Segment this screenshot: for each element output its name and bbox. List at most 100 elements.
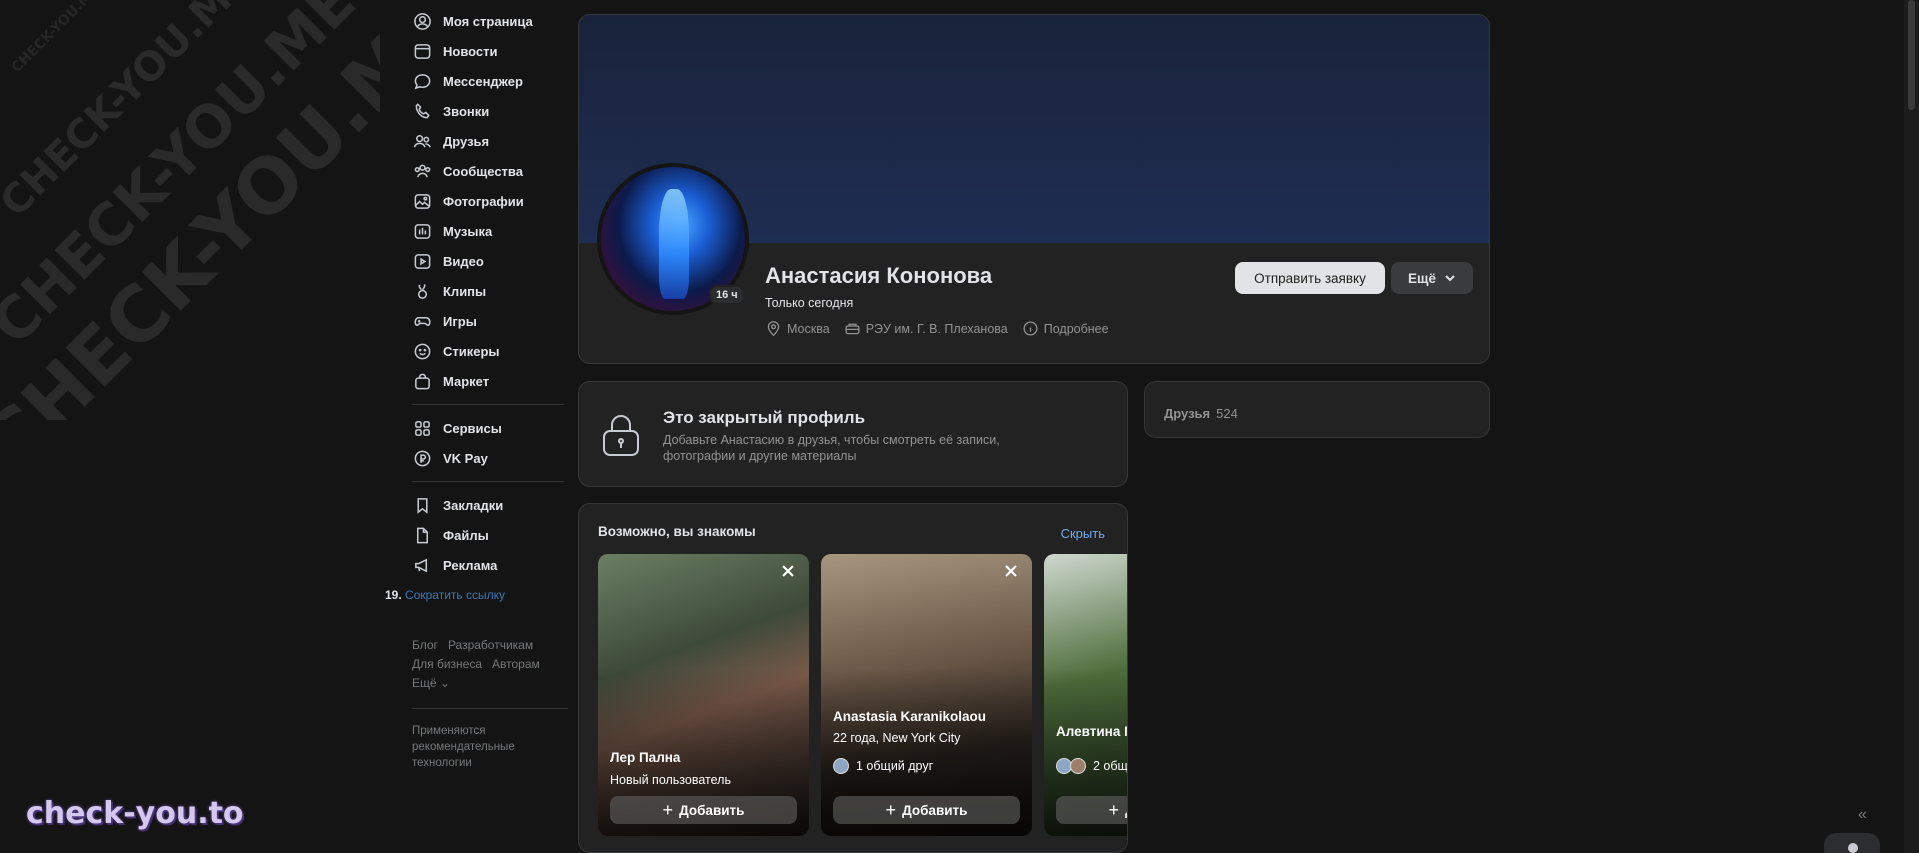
nav-item-stickers[interactable]: Стикеры (412, 336, 564, 366)
suggestion-subtitle: 22 года, New York City (833, 731, 961, 745)
lock-icon (601, 412, 641, 463)
friends-count: 524 (1216, 406, 1238, 421)
friends-header: Друзья 524 (1164, 406, 1238, 421)
info-icon (1023, 321, 1038, 336)
suggestions-card: Возможно, вы знакомы Скрыть Лер Пална Но… (578, 503, 1128, 853)
nav-item-market[interactable]: Маркет (412, 366, 564, 396)
watermark-text: CHECK-YOU.ME (0, 0, 369, 358)
bookmark-icon (412, 495, 432, 515)
nav-item-label: Реклама (443, 557, 498, 573)
nav-item-label: Игры (443, 313, 477, 329)
music-icon (412, 221, 432, 241)
nav-item-messenger[interactable]: Мессенджер (412, 66, 564, 96)
nav-item-label: Моя страница (443, 13, 533, 29)
suggestion-card[interactable]: Алевтина М 2 общ + Добавить (1044, 554, 1128, 836)
nav-item-ads[interactable]: Реклама (412, 550, 564, 580)
footer-link-authors[interactable]: Авторам (492, 657, 540, 671)
nav-item-label: Фотографии (443, 193, 524, 209)
footer-link-blog[interactable]: Блог (412, 638, 438, 652)
chat-widget[interactable] (1824, 833, 1880, 853)
scrollbar[interactable] (1904, 0, 1919, 853)
clips-icon (412, 281, 432, 301)
nav-item-vk-pay[interactable]: VK Pay (412, 443, 564, 473)
nav-item-label: VK Pay (443, 450, 488, 466)
user-circle-icon (412, 11, 432, 31)
watermark-text-small: CHECK-YOU.ME (8, 0, 103, 76)
footer-link-dev[interactable]: Разработчикам (448, 638, 533, 652)
mutual-friends-label: 2 общ (1093, 759, 1128, 773)
add-friend-button[interactable]: + Добавить (610, 796, 797, 824)
collapse-panel-icon[interactable]: « (1858, 806, 1867, 824)
more-button[interactable]: Ещё (1391, 262, 1473, 294)
hide-suggestions-link[interactable]: Скрыть (1061, 526, 1105, 541)
location-icon (767, 321, 780, 337)
nav-item-label: Мессенджер (443, 73, 523, 89)
profile-header: 16 ч Анастасия Кононова Только сегодня М… (578, 14, 1490, 364)
nav-item-files[interactable]: Файлы (412, 520, 564, 550)
news-icon (412, 41, 432, 61)
closed-profile-title: Это закрытый профиль (663, 408, 866, 427)
nav-item-clips[interactable]: Клипы (412, 276, 564, 306)
mutual-friends: 2 общ (1056, 758, 1128, 774)
nav-item-music[interactable]: Музыка (412, 216, 564, 246)
ruble-icon (412, 448, 432, 468)
nav-item-bookmarks[interactable]: Закладки (412, 490, 564, 520)
mutual-friends-label: 1 общий друг (856, 759, 934, 773)
nav-item-label: Видео (443, 253, 484, 269)
short-link[interactable]: Сократить ссылку (405, 588, 505, 602)
suggestions-carousel: Лер Пална Новый пользователь + Добавить A… (598, 554, 1128, 836)
nav-item-services[interactable]: Сервисы (412, 413, 564, 443)
footer-more[interactable]: Ещё ⌄ (412, 676, 450, 690)
watermark-text: CHECK-YOU.ME (0, 0, 261, 227)
profile-details-label: Подробнее (1043, 321, 1109, 336)
add-friend-button[interactable]: + Добавить (1056, 796, 1127, 824)
friends-card[interactable]: Друзья 524 (1144, 381, 1490, 438)
watermark-text: CHECK-YOU.ME (0, 0, 380, 420)
profile-city-label: Москва (787, 321, 830, 336)
nav-item-label: Клипы (443, 283, 487, 299)
close-icon[interactable] (781, 564, 797, 580)
suggestion-name: Алевтина М (1056, 724, 1128, 739)
nav-item-label: Маркет (443, 373, 490, 389)
sticker-icon (412, 341, 432, 361)
nav-item-news[interactable]: Новости (412, 36, 564, 66)
mutual-friends: 1 общий друг (833, 758, 933, 774)
profile-university: РЭУ им. Г. В. Плеханова (844, 320, 1008, 337)
profile-info: Москва РЭУ им. Г. В. Плеханова Подробнее (765, 320, 1123, 337)
suggestion-name: Лер Пална (610, 750, 681, 765)
bag-icon (412, 371, 432, 391)
nav-item-communities[interactable]: Сообщества (412, 156, 564, 186)
nav-item-video[interactable]: Видео (412, 246, 564, 276)
gamepad-icon (412, 311, 432, 331)
nav-item-photos[interactable]: Фотографии (412, 186, 564, 216)
nav-item-my-page[interactable]: Моя страница (412, 6, 564, 36)
nav-item-label: Звонки (443, 103, 490, 119)
nav-item-label: Музыка (443, 223, 493, 239)
profile-details-link[interactable]: Подробнее (1022, 320, 1109, 337)
plus-icon: + (885, 799, 897, 820)
nav-item-label: Сервисы (443, 420, 502, 436)
suggestion-subtitle: Новый пользователь (610, 773, 731, 787)
nav-divider (412, 404, 564, 405)
scrollbar-thumb[interactable] (1908, 0, 1915, 110)
nav-item-label: Сообщества (443, 163, 523, 179)
profile-university-label: РЭУ им. Г. В. Плеханова (865, 321, 1008, 336)
recommendation-note[interactable]: Применяются рекомендательные технологии (412, 723, 552, 771)
add-friend-label: Добавить (1125, 803, 1127, 818)
add-friend-button[interactable]: + Добавить (833, 796, 1020, 824)
watermark: CHECK-YOU.ME CHECK-YOU.ME CHECK-YOU.ME C… (0, 0, 380, 420)
suggestion-card[interactable]: Anastasia Karanikolaou 22 года, New York… (821, 554, 1032, 836)
suggestions-title: Возможно, вы знакомы (598, 524, 756, 539)
close-icon[interactable] (1004, 564, 1020, 580)
nav-item-friends[interactable]: Друзья (412, 126, 564, 156)
profile-name: Анастасия Кононова (765, 263, 993, 288)
plus-icon: + (662, 799, 674, 820)
nav-item-games[interactable]: Игры (412, 306, 564, 336)
nav-item-calls[interactable]: Звонки (412, 96, 564, 126)
suggestion-card[interactable]: Лер Пална Новый пользователь + Добавить (598, 554, 809, 836)
send-request-button[interactable]: Отправить заявку (1235, 262, 1385, 294)
footer-link-business[interactable]: Для бизнеса (412, 657, 482, 671)
closed-profile-description: Добавьте Анастасию в друзья, чтобы смотр… (663, 433, 1000, 463)
megaphone-icon (412, 555, 432, 575)
nav-item-label: Файлы (443, 527, 489, 543)
